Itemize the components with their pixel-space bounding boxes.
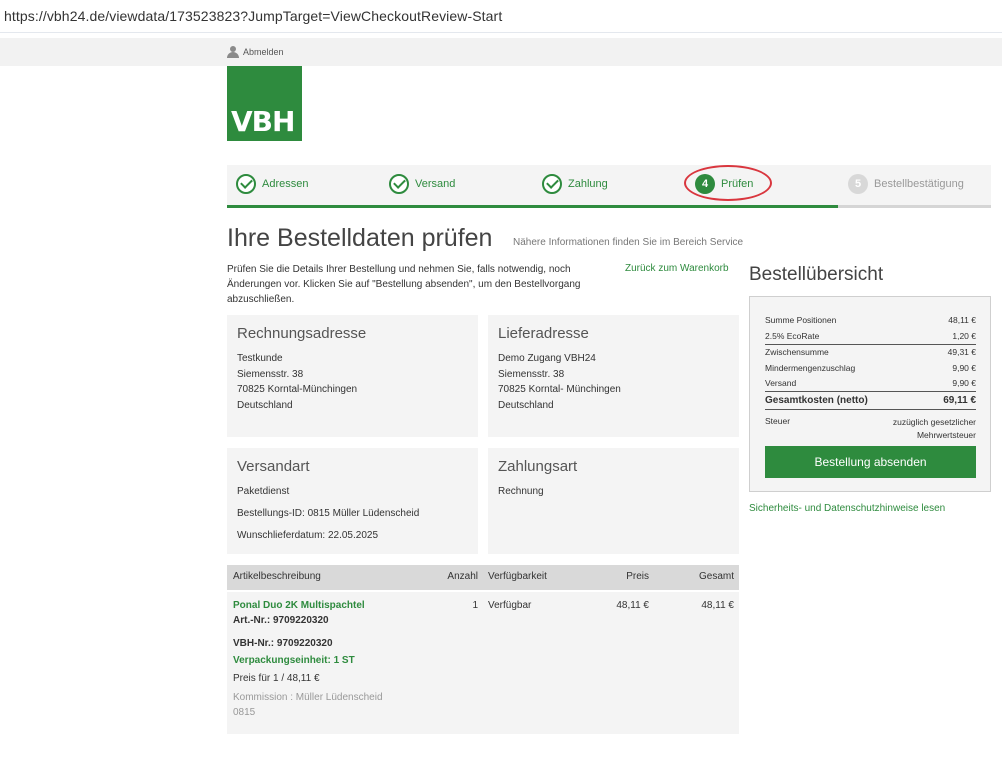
summary-tax-row: Steuer zuzüglich gesetzlicher Mehrwertst…	[765, 416, 976, 442]
page-title: Ihre Bestelldaten prüfen	[227, 224, 493, 252]
card-title: Zahlungsart	[498, 458, 578, 475]
item-total: 48,11 €	[701, 600, 734, 611]
column-header-description: Artikelbeschreibung	[233, 571, 321, 582]
address-line: Demo Zugang VBH24	[498, 353, 596, 364]
column-header-availability: Verfügbarkeit	[488, 571, 547, 582]
column-header-price: Preis	[626, 571, 649, 582]
order-summary-title: Bestellübersicht	[749, 264, 884, 285]
vbh-logo[interactable]: VBH	[227, 66, 302, 141]
packaging-unit: Verpackungseinheit: 1 ST	[233, 655, 355, 666]
steps-progress-done	[227, 205, 838, 208]
table-row: Ponal Duo 2K Multispachtel Art.-Nr.: 970…	[227, 592, 739, 734]
address-line: Siemensstr. 38	[237, 368, 304, 380]
payment-method-card: Zahlungsart Rechnung	[488, 448, 739, 554]
column-header-total: Gesamt	[698, 571, 734, 582]
back-to-cart-link[interactable]: Zurück zum Warenkorb	[625, 263, 729, 274]
product-name-link[interactable]: Ponal Duo 2K Multispachtel	[233, 600, 365, 611]
summary-row: 2.5% EcoRate 1,20 €	[765, 331, 976, 341]
summary-label: Versand	[765, 378, 797, 388]
step-label: Zahlung	[568, 178, 608, 190]
billing-address-card: Rechnungsadresse Testkunde Siemensstr. 3…	[227, 315, 478, 437]
step-number-badge: 5	[848, 174, 868, 194]
tax-label: Steuer	[765, 416, 791, 426]
logout-label: Abmelden	[243, 47, 284, 57]
tax-value-line: zuzüglich gesetzlicher	[892, 417, 976, 427]
requested-delivery-date: Wunschlieferdatum: 22.05.2025	[237, 530, 379, 541]
summary-label: Mindermengenzuschlag	[765, 363, 856, 373]
summary-row: Zwischensumme 49,31 €	[765, 347, 976, 357]
step-adressen[interactable]: Adressen	[236, 173, 308, 195]
item-availability: Verfügbar	[488, 600, 532, 611]
summary-total-value: 69,11 €	[943, 395, 976, 406]
summary-total-row: Gesamtkosten (netto) 69,11 €	[765, 395, 976, 406]
step-bestellbestaetigung: 5 Bestellbestätigung	[848, 173, 964, 195]
summary-label: Summe Positionen	[765, 315, 837, 325]
delivery-address-card: Lieferadresse Demo Zugang VBH24 Siemenss…	[488, 315, 739, 437]
article-number: Art.-Nr.: 9709220320	[233, 615, 329, 626]
tax-value: zuzüglich gesetzlicher Mehrwertsteuer	[893, 416, 976, 442]
summary-row: Versand 9,90 €	[765, 378, 976, 388]
column-header-quantity: Anzahl	[447, 571, 478, 582]
order-id: Bestellungs-ID: 0815 Müller Lüdenscheid	[237, 508, 420, 519]
logo-text: VBH	[231, 105, 295, 138]
highlight-annotation-circle	[684, 165, 772, 201]
summary-row: Summe Positionen 48,11 €	[765, 315, 976, 325]
privacy-link[interactable]: Sicherheits- und Datenschutzhinweise les…	[749, 503, 945, 514]
top-strip	[0, 38, 1002, 66]
service-hint: Nähere Informationen finden Sie im Berei…	[513, 237, 744, 248]
summary-value: 48,11 €	[948, 315, 976, 325]
step-label: Bestellbestätigung	[874, 178, 964, 190]
commission-text: Kommission : Müller Lüdenscheid	[233, 692, 383, 703]
summary-value: 1,20 €	[952, 331, 976, 341]
summary-divider	[765, 344, 976, 345]
tax-value-line: Mehrwertsteuer	[916, 430, 976, 440]
summary-label: Zwischensumme	[765, 347, 829, 357]
check-icon	[542, 174, 562, 194]
item-quantity: 1	[472, 600, 478, 611]
commission-number: 0815	[233, 707, 256, 718]
payment-method: Rechnung	[498, 486, 544, 497]
step-versand[interactable]: Versand	[389, 173, 455, 195]
summary-value: 49,31 €	[947, 347, 976, 357]
summary-total-label: Gesamtkosten (netto)	[765, 395, 868, 406]
url-text[interactable]: https://vbh24.de/viewdata/173523823?Jump…	[4, 8, 502, 24]
order-summary-box: Summe Positionen 48,11 € 2.5% EcoRate 1,…	[749, 296, 991, 492]
card-title: Rechnungsadresse	[237, 325, 367, 342]
summary-value: 9,90 €	[952, 363, 976, 373]
address-line: 70825 Korntal- Münchingen	[498, 384, 621, 395]
logout-link[interactable]: Abmelden	[227, 46, 284, 58]
check-icon	[236, 174, 256, 194]
browser-url-bar[interactable]: https://vbh24.de/viewdata/173523823?Jump…	[0, 0, 1002, 33]
address-line: Testkunde	[237, 353, 283, 364]
check-icon	[389, 174, 409, 194]
step-label: Versand	[415, 178, 456, 190]
address-line: Deutschland	[237, 399, 293, 411]
card-title: Versandart	[237, 458, 310, 475]
address-line: Deutschland	[498, 399, 554, 411]
address-line: Siemensstr. 38	[498, 368, 565, 380]
user-icon	[227, 46, 239, 58]
summary-label: 2.5% EcoRate	[765, 331, 820, 341]
unit-price: Preis für 1 / 48,11 €	[233, 673, 320, 684]
summary-row: Mindermengenzuschlag 9,90 €	[765, 363, 976, 373]
card-title: Lieferadresse	[498, 325, 589, 342]
shipping-details: Paketdienst Bestellungs-ID: 0815 Müller …	[237, 481, 419, 547]
steps-progress-todo	[838, 205, 991, 208]
billing-address-lines: Testkunde Siemensstr. 38 70825 Korntal-M…	[237, 351, 357, 413]
delivery-address-lines: Demo Zugang VBH24 Siemensstr. 38 70825 K…	[498, 351, 621, 413]
step-label: Adressen	[262, 178, 309, 190]
submit-order-button[interactable]: Bestellung absenden	[765, 446, 976, 478]
shipping-method: Paketdienst	[237, 486, 290, 497]
address-line: 70825 Korntal-Münchingen	[237, 384, 358, 395]
step-zahlung[interactable]: Zahlung	[542, 173, 608, 195]
item-price: 48,11 €	[616, 600, 649, 611]
vbh-number: VBH-Nr.: 9709220320	[233, 638, 333, 649]
intro-text: Prüfen Sie die Details Ihrer Bestellung …	[227, 264, 581, 305]
shipping-method-card: Versandart Paketdienst Bestellungs-ID: 0…	[227, 448, 478, 554]
summary-divider	[765, 409, 976, 410]
summary-divider	[765, 391, 976, 392]
items-table-header: Artikelbeschreibung Anzahl Verfügbarkeit…	[227, 565, 739, 590]
summary-value: 9,90 €	[952, 378, 976, 388]
